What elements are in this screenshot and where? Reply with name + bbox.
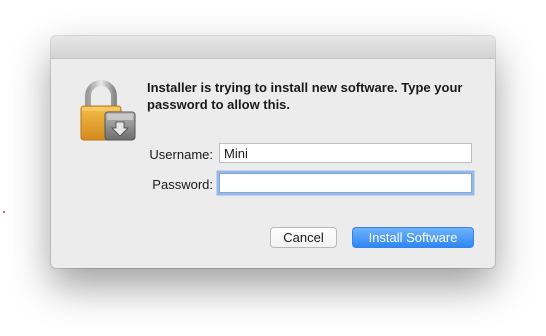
password-field[interactable] <box>219 173 472 193</box>
username-field[interactable] <box>219 143 472 163</box>
install-software-button[interactable]: Install Software <box>352 227 474 248</box>
cancel-button[interactable]: Cancel <box>270 227 337 248</box>
authentication-dialog: Installer is trying to install new softw… <box>51 36 495 268</box>
dialog-message: Installer is trying to install new softw… <box>147 80 463 112</box>
lock-icon <box>79 78 137 142</box>
password-label: Password: <box>152 177 213 192</box>
dialog-titlebar[interactable] <box>51 36 495 59</box>
stray-dot <box>3 211 5 213</box>
username-label: Username: <box>149 147 213 162</box>
